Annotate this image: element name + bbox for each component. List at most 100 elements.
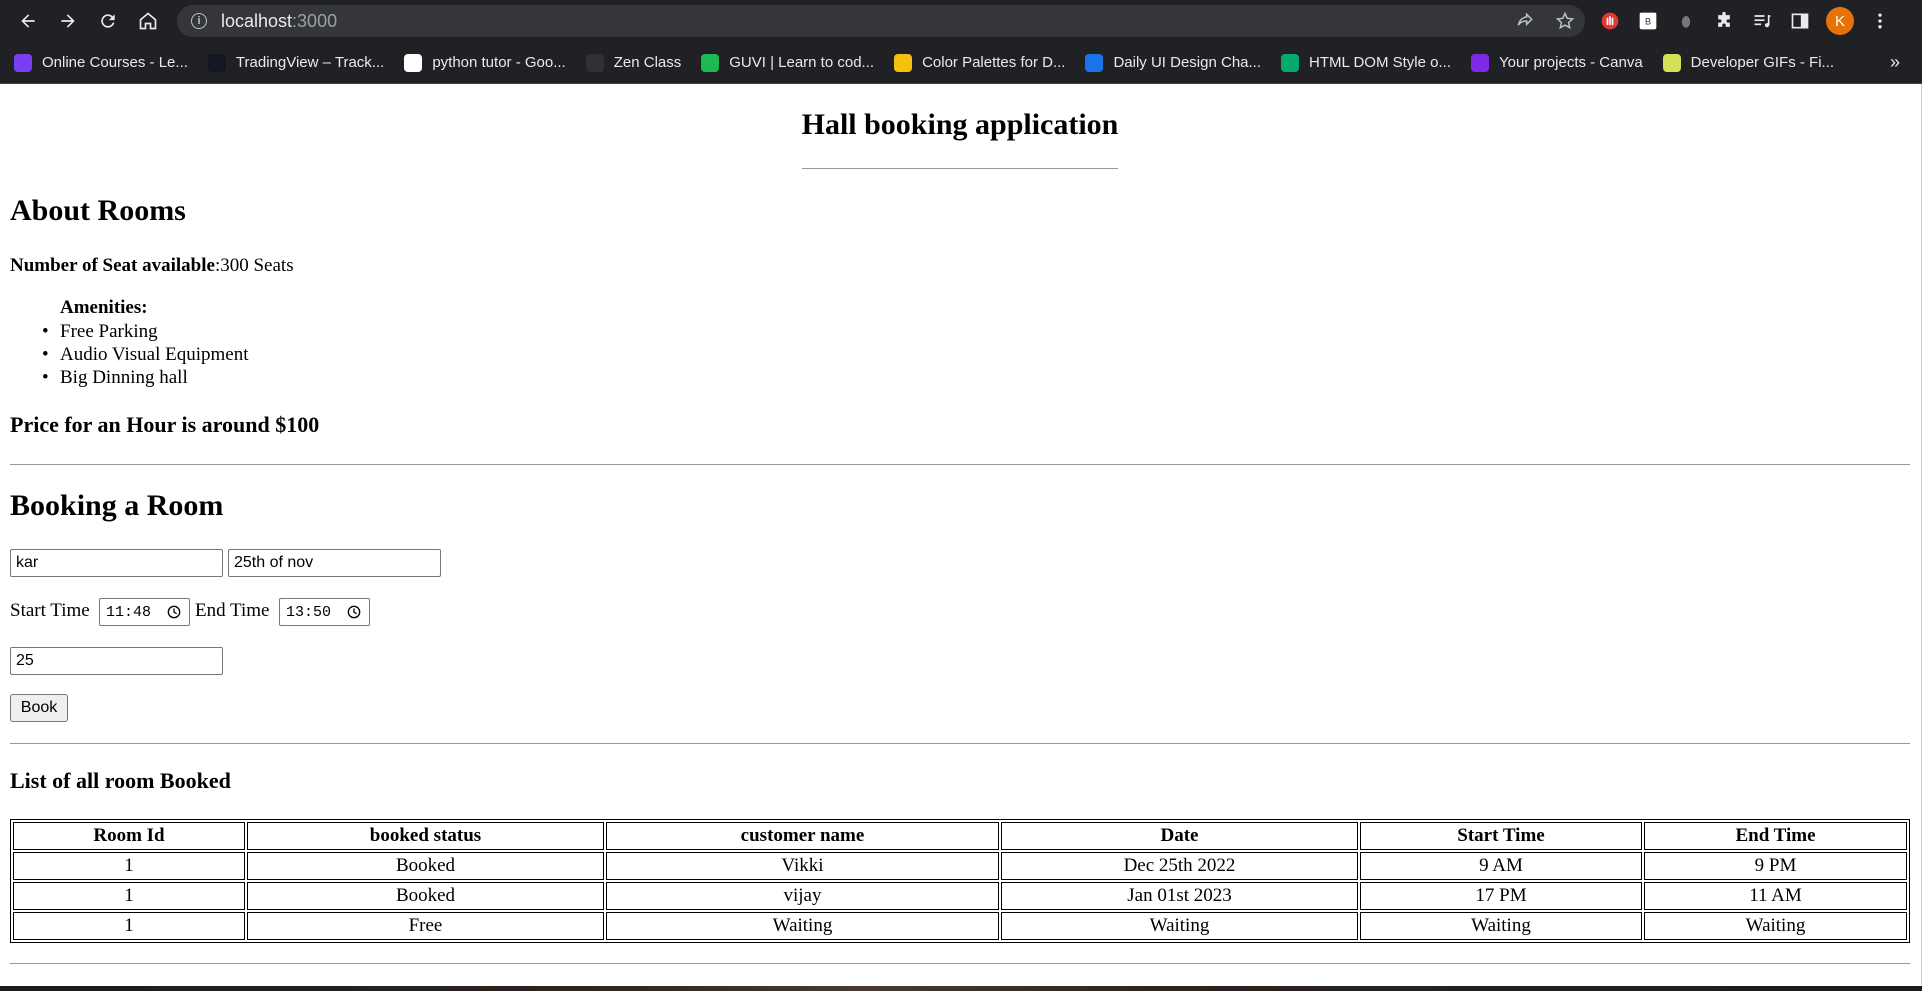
site-info-icon[interactable]: i	[191, 13, 207, 29]
forward-button[interactable]	[48, 0, 88, 42]
bookings-list-heading: List of all room Booked	[10, 768, 231, 793]
playlist-icon	[1754, 15, 1771, 28]
browser-menu-button[interactable]	[1868, 9, 1892, 33]
tradingview-icon	[207, 53, 226, 72]
kebab-menu-icon	[1878, 13, 1882, 29]
bookmark-item[interactable]: Color Palettes for D...	[894, 53, 1066, 72]
table-cell: Waiting	[1001, 912, 1358, 940]
table-cell: Vikki	[606, 852, 999, 880]
book-button[interactable]: Book	[10, 694, 68, 722]
extensions-bar: B K	[1598, 0, 1892, 42]
section-divider	[10, 743, 1910, 744]
more-bookmarks-button[interactable]: »	[1890, 52, 1900, 73]
column-header: customer name	[606, 822, 999, 850]
about-rooms-heading: About Rooms	[10, 194, 186, 227]
bookmark-label: Your projects - Canva	[1498, 54, 1643, 71]
bookmark-item[interactable]: Online Courses - Le...	[14, 53, 188, 72]
bookmark-label: Daily UI Design Cha...	[1113, 54, 1262, 71]
home-icon	[139, 12, 157, 30]
table-row: 1 Booked Vikki Dec 25th 2022 9 AM 9 PM	[13, 852, 1907, 880]
home-button[interactable]	[128, 0, 168, 42]
amenities-list: Free Parking Audio Visual Equipment Big …	[42, 320, 249, 389]
bookmark-item[interactable]: HTML DOM Style o...	[1281, 53, 1451, 72]
list-item: Free Parking	[42, 320, 249, 343]
bookmark-item[interactable]: TradingView – Track...	[207, 53, 384, 72]
table-cell: Waiting	[606, 912, 999, 940]
table-cell: 17 PM	[1360, 882, 1642, 910]
bookmark-label: HTML DOM Style o...	[1309, 54, 1451, 71]
extensions-button[interactable]	[1712, 9, 1736, 33]
column-header: Start Time	[1360, 822, 1642, 850]
puzzle-icon	[1718, 11, 1730, 27]
price-text: Price for an Hour is around $100	[10, 412, 320, 437]
media-button[interactable]	[1750, 9, 1774, 33]
column-header: Date	[1001, 822, 1358, 850]
customer-name-input[interactable]	[10, 549, 223, 577]
seat-value: :300 Seats	[214, 255, 294, 276]
table-cell: 1	[13, 912, 245, 940]
browser-toolbar: i localhost:3000 B K	[0, 0, 1922, 42]
back-arrow-icon	[21, 14, 35, 28]
bookmark-item[interactable]: Your projects - Canva	[1470, 53, 1643, 72]
list-item: Big Dinning hall	[42, 366, 249, 389]
bookmark-item[interactable]: Daily UI Design Cha...	[1085, 53, 1262, 72]
side-panel-button[interactable]	[1788, 9, 1812, 33]
svg-text:B: B	[1645, 16, 1651, 26]
zen-class-icon	[585, 53, 604, 72]
table-cell: 1	[13, 852, 245, 880]
end-time-label: End Time	[195, 600, 270, 621]
column-header: End Time	[1644, 822, 1907, 850]
url-host: localhost	[221, 10, 293, 31]
bookmark-item[interactable]: python tutor - Goo...	[404, 53, 566, 72]
column-header: Room Id	[13, 822, 245, 850]
seat-label: Number of Seat available	[10, 255, 215, 276]
table-cell: vijay	[606, 882, 999, 910]
bookmark-item[interactable]: Zen Class	[585, 53, 681, 72]
end-time-value: 13:50	[286, 603, 332, 621]
page-title: Hall booking application	[801, 108, 1119, 141]
room-input[interactable]	[10, 647, 223, 675]
side-panel-icon	[1791, 13, 1809, 29]
bug-extension[interactable]	[1674, 9, 1698, 33]
table-cell: 11 AM	[1644, 882, 1907, 910]
start-time-input[interactable]: 11:48	[99, 598, 190, 626]
table-row: 1 Booked vijay Jan 01st 2023 17 PM 11 AM	[13, 882, 1907, 910]
profile-avatar[interactable]: K	[1826, 7, 1854, 35]
bookmark-label: Color Palettes for D...	[922, 54, 1066, 71]
table-cell: Booked	[247, 852, 604, 880]
color-palettes-icon	[894, 53, 913, 72]
end-time-input[interactable]: 13:50	[279, 598, 370, 626]
adblock-extension[interactable]	[1598, 9, 1622, 33]
table-cell: 9 PM	[1644, 852, 1907, 880]
address-bar[interactable]: i localhost:3000	[177, 5, 1585, 37]
bookmark-item[interactable]: GUVI | Learn to cod...	[701, 53, 875, 72]
daily-ui-icon	[1085, 53, 1104, 72]
clock-icon[interactable]	[347, 605, 361, 619]
url-port: :3000	[292, 10, 338, 31]
clock-icon[interactable]	[167, 605, 181, 619]
back-button[interactable]	[8, 0, 48, 42]
page-content: Hall booking application About Rooms Num…	[0, 84, 1922, 991]
bookmark-star-icon[interactable]	[1555, 11, 1575, 31]
bootstrap-extension[interactable]: B	[1636, 9, 1660, 33]
bookmark-label: Developer GIFs - Fi...	[1690, 54, 1835, 71]
taskbar-edge	[0, 986, 1922, 991]
table-cell: Waiting	[1644, 912, 1907, 940]
hand-stop-icon	[1601, 12, 1619, 30]
booking-heading: Booking a Room	[10, 489, 224, 522]
table-cell: Dec 25th 2022	[1001, 852, 1358, 880]
reload-button[interactable]	[88, 0, 128, 42]
bookmark-label: GUVI | Learn to cod...	[729, 54, 875, 71]
column-header: booked status	[247, 822, 604, 850]
forward-arrow-icon	[61, 14, 75, 28]
date-input[interactable]	[228, 549, 441, 577]
file-icon	[1662, 53, 1681, 72]
seat-availability: Number of Seat available:300 Seats	[10, 255, 294, 277]
table-header-row: Room Id booked status customer name Date…	[13, 822, 1907, 850]
list-item: Audio Visual Equipment	[42, 343, 248, 366]
bug-icon	[1681, 16, 1691, 28]
bookmark-item[interactable]: Developer GIFs - Fi...	[1662, 53, 1835, 72]
share-icon[interactable]	[1515, 11, 1535, 31]
start-time-value: 11:48	[106, 603, 152, 621]
table-row: 1 Free Waiting Waiting Waiting Waiting	[13, 912, 1907, 940]
